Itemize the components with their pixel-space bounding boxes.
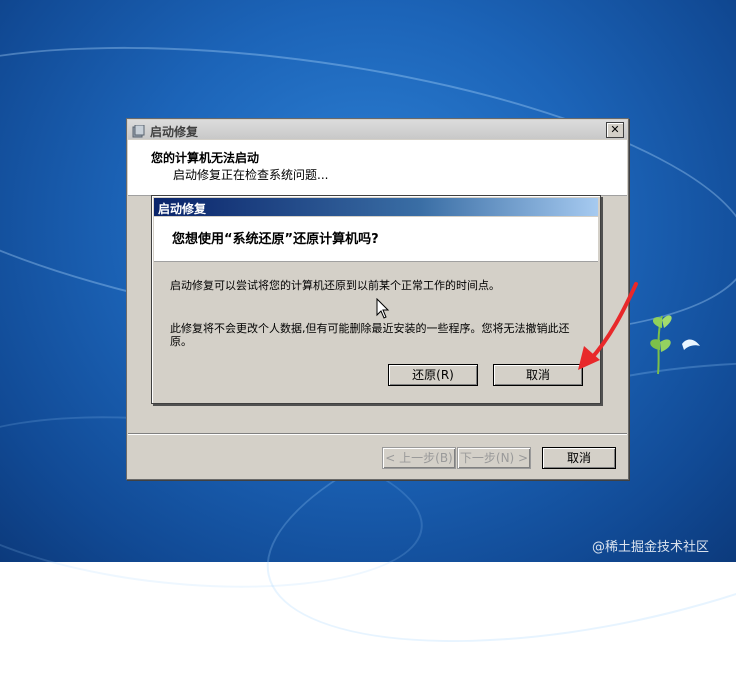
header-title: 您的计算机无法启动	[151, 151, 260, 165]
dialog-title: 启动修复	[158, 202, 207, 216]
cancel-button[interactable]: 取消	[542, 447, 616, 469]
footer-divider	[128, 433, 627, 435]
restore-button[interactable]: 还原(R)	[388, 364, 478, 386]
close-button[interactable]: ✕	[606, 122, 624, 138]
mouse-cursor-icon	[376, 297, 390, 324]
next-button[interactable]: 下一步(N) >	[457, 447, 531, 469]
dialog-titlebar[interactable]: 启动修复	[154, 198, 598, 216]
prev-button[interactable]: < 上一步(B)	[382, 447, 456, 469]
dialog-body-note: 此修复将不会更改个人数据,但有可能删除最近安装的一些程序。您将无法撤销此还原。	[170, 322, 570, 348]
dialog-question: 您想使用“系统还原”还原计算机吗?	[172, 232, 379, 247]
startup-repair-icon	[132, 123, 145, 138]
header-status: 启动修复正在检查系统问题...	[173, 168, 329, 182]
window-header-panel: 您的计算机无法启动 启动修复正在检查系统问题...	[128, 140, 627, 196]
close-icon: ✕	[610, 123, 620, 136]
window-title: 启动修复	[150, 125, 199, 139]
wallpaper-plant-icon	[638, 306, 708, 380]
dialog-body-text: 启动修复可以尝试将您的计算机还原到以前某个正常工作的时间点。	[170, 279, 500, 292]
red-arrow-annotation	[560, 280, 644, 380]
window-titlebar[interactable]: 启动修复 ✕	[128, 120, 627, 139]
dialog-header-panel: 您想使用“系统还原”还原计算机吗?	[154, 217, 598, 262]
watermark-text: @稀土掘金技术社区	[592, 540, 710, 555]
